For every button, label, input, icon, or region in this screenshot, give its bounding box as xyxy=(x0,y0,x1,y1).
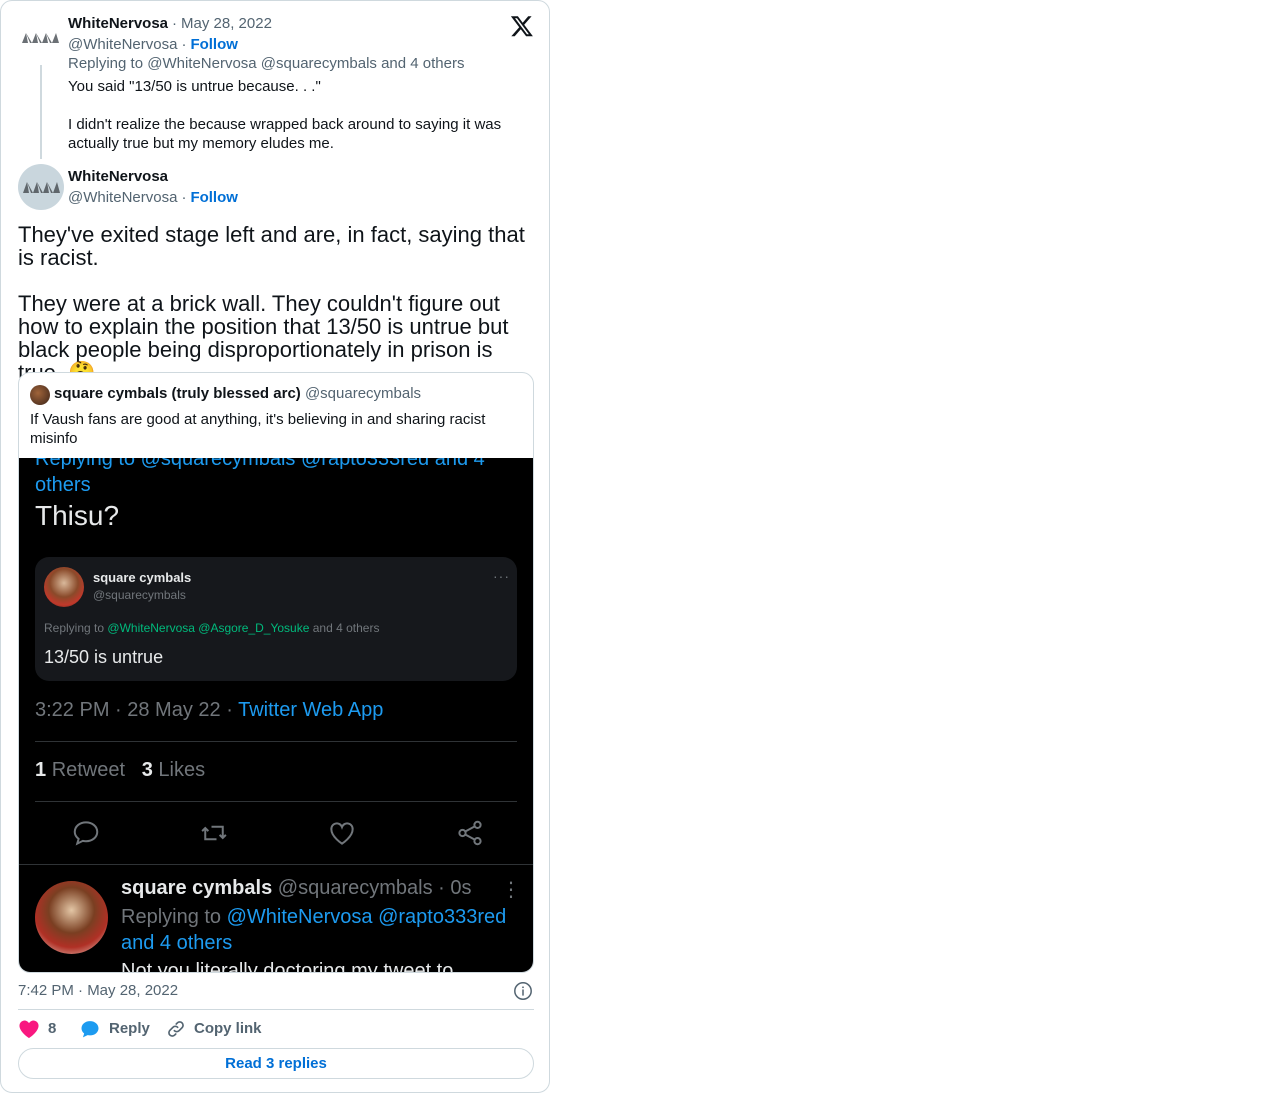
shot-top-replying: Replying to @squarecymbals @rapto333red … xyxy=(35,458,485,498)
shot-inner-replying-links: @WhiteNervosa @Asgore_D_Yosuke xyxy=(107,621,310,635)
shot-reply-text: Not you literally doctoring my tweet to xyxy=(121,960,454,973)
main-tweet-text: They've exited stage left and are, in fa… xyxy=(18,223,533,384)
thread-line xyxy=(40,65,42,159)
shot-retweet-count: 1 xyxy=(35,759,47,781)
info-icon[interactable] xyxy=(513,981,533,1001)
shot-retweet-icon xyxy=(199,818,229,848)
parent-text-line-2: I didn't realize the because wrapped bac… xyxy=(68,116,502,152)
shot-reply-avatar xyxy=(35,881,108,954)
x-logo-icon[interactable] xyxy=(510,14,534,38)
quoted-tweet[interactable]: square cymbals (truly blessed arc) @squa… xyxy=(18,372,534,973)
shot-inner-avatar xyxy=(44,567,84,607)
shot-top-replying-text: Replying to @squarecymbals @rapto333red … xyxy=(35,458,485,470)
shot-reply-icon xyxy=(71,818,101,848)
shot-inner-handle: @squarecymbals xyxy=(93,588,186,602)
shot-inner-text: 13/50 is untrue xyxy=(44,647,164,667)
read-replies-button[interactable]: Read 3 replies xyxy=(18,1048,534,1079)
quoted-avatar[interactable] xyxy=(30,385,50,405)
tweet-embed-card: WhiteNervosa · May 28, 2022 @WhiteNervosa ·… xyxy=(0,0,550,1093)
footer-divider xyxy=(18,1009,534,1010)
quoted-tweet-text: If Vaush fans are good at anything, it's… xyxy=(30,411,486,447)
copy-link-label: Copy link xyxy=(194,1020,262,1037)
parent-date[interactable]: May 28, 2022 xyxy=(181,15,272,32)
parent-tweet-text: You said "13/50 is untrue because. . ." … xyxy=(68,77,518,153)
main-avatar[interactable] xyxy=(18,164,64,210)
shot-share-icon xyxy=(455,818,485,848)
quoted-screenshot-image[interactable]: Replying to @squarecymbals @rapto333red … xyxy=(19,458,533,973)
shot-inner-replying-prefix: Replying to xyxy=(44,621,105,635)
shot-inner-name: square cymbals xyxy=(93,570,192,585)
reply-label: Reply xyxy=(109,1020,150,1037)
shot-like-count: 3 xyxy=(141,759,153,781)
like-button[interactable]: 8 xyxy=(18,1017,60,1041)
main-follow-link[interactable]: Follow xyxy=(190,189,238,206)
shot-like-icon xyxy=(327,818,357,848)
shot-like-label: Likes xyxy=(158,759,206,781)
main-text-para-1: They've exited stage left and are, in fa… xyxy=(18,222,525,270)
shot-inner-replying-suffix: and 4 others xyxy=(312,621,380,635)
shot-divider xyxy=(35,801,517,802)
parent-handle[interactable]: @WhiteNervosa xyxy=(68,36,177,53)
shot-retweet-label: Retweet xyxy=(51,759,126,781)
shot-inner-replying: Replying to @WhiteNervosa @Asgore_D_Yosu… xyxy=(44,621,379,635)
shot-reply-name: square cymbals xyxy=(121,877,273,899)
main-author-name[interactable]: WhiteNervosa xyxy=(68,167,168,187)
main-handle[interactable]: @WhiteNervosa xyxy=(68,189,177,206)
shot-timestamp: 3:22 PM · 28 May 22 · Twitter Web App xyxy=(35,699,383,722)
shot-inner-more-icon: ··· xyxy=(493,568,510,584)
parent-avatar[interactable] xyxy=(18,15,64,61)
shot-tweet-text: Thisu? xyxy=(35,500,120,531)
reply-button[interactable]: Reply xyxy=(80,1017,160,1041)
parent-text-line-1: You said "13/50 is untrue because. . ." xyxy=(68,78,321,95)
like-count: 8 xyxy=(48,1020,57,1037)
shot-reply-replying-links: @WhiteNervosa @rapto333red xyxy=(226,906,507,928)
shot-reply-handle: @squarecymbals · 0s xyxy=(277,877,472,899)
shot-reply-header: square cymbals @squarecymbals · 0s xyxy=(121,877,471,900)
heart-icon xyxy=(19,1020,39,1039)
shot-actions xyxy=(35,818,517,848)
shot-reply-more-icon: ⋮ xyxy=(501,879,521,901)
quoted-header: square cymbals (truly blessed arc) @squa… xyxy=(54,384,421,404)
shot-reply-replying: Replying to @WhiteNervosa @rapto333red a… xyxy=(121,904,521,956)
tweet-timestamp[interactable]: 7:42 PM · May 28, 2022 xyxy=(18,981,178,1001)
shot-divider xyxy=(19,864,533,865)
shot-reply-replying-prefix: Replying to xyxy=(121,906,222,928)
link-icon xyxy=(168,1021,184,1037)
main-text-para-2: They were at a brick wall. They couldn't… xyxy=(18,291,509,384)
shot-source: Twitter Web App xyxy=(238,699,384,721)
shot-inner-quote: square cymbals @squarecymbals ··· Replyi… xyxy=(35,557,517,681)
parent-follow-link[interactable]: Follow xyxy=(190,36,238,53)
parent-header: WhiteNervosa · May 28, 2022 xyxy=(68,15,272,32)
shot-top-replying-cont: others xyxy=(35,474,91,496)
main-handle-row: @WhiteNervosa · Follow xyxy=(68,189,238,206)
quoted-handle[interactable]: @squarecymbals xyxy=(305,385,421,402)
parent-handle-row: @WhiteNervosa · Follow xyxy=(68,36,238,53)
quoted-author-name[interactable]: square cymbals (truly blessed arc) xyxy=(54,385,301,402)
parent-replying-to[interactable]: Replying to @WhiteNervosa @squarecymbals… xyxy=(68,54,464,73)
reply-bubble-icon xyxy=(81,1021,99,1038)
shot-stats: 1 Retweet 3 Likes xyxy=(35,759,205,782)
copy-link-button[interactable]: Copy link xyxy=(166,1017,266,1041)
parent-author-name[interactable]: WhiteNervosa xyxy=(68,15,168,32)
shot-reply-replying-suffix: and 4 others xyxy=(121,932,233,954)
shot-divider xyxy=(35,741,517,742)
shot-time-text: 3:22 PM · 28 May 22 · xyxy=(35,699,233,721)
